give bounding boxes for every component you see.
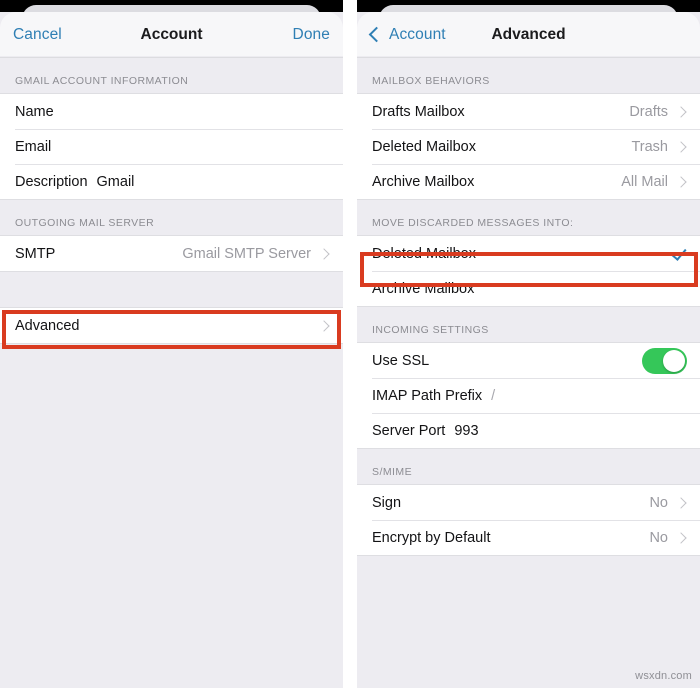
dual-screenshot-container: Cancel Account Done GMAIL ACCOUNT INFORM… — [0, 0, 700, 688]
row-email[interactable]: Email — [0, 129, 343, 164]
row-drafts-mailbox[interactable]: Drafts Mailbox Drafts — [357, 94, 700, 129]
left-settings-list[interactable]: GMAIL ACCOUNT INFORMATION Name Email Des… — [0, 58, 343, 688]
section-header-incoming-settings: INCOMING SETTINGS — [357, 307, 700, 342]
row-imap-path-prefix-label: IMAP Path Prefix — [372, 387, 483, 404]
section-header-outgoing-mail-server: OUTGOING MAIL SERVER — [0, 200, 343, 235]
row-imap-path-prefix[interactable]: IMAP Path Prefix / — [357, 378, 700, 413]
row-use-ssl[interactable]: Use SSL — [357, 343, 700, 378]
row-imap-path-prefix-value[interactable]: / — [491, 388, 495, 404]
chevron-right-icon — [675, 175, 687, 188]
section-group-outgoing-mail-server: SMTP Gmail SMTP Server — [0, 235, 343, 272]
section-header-advanced-spacer — [0, 272, 343, 307]
right-navigation-bar: Account Advanced — [357, 12, 700, 58]
option-deleted-mailbox-label: Deleted Mailbox — [372, 245, 476, 262]
left-phone-screen: Cancel Account Done GMAIL ACCOUNT INFORM… — [0, 0, 343, 688]
row-email-label: Email — [15, 138, 52, 155]
row-sign-value: No — [649, 494, 668, 511]
row-advanced-label: Advanced — [15, 317, 80, 334]
row-server-port[interactable]: Server Port 993 — [357, 413, 700, 448]
option-archive-mailbox-label: Archive Mailbox — [372, 280, 475, 297]
chevron-right-icon — [318, 319, 330, 332]
row-smtp-value: Gmail SMTP Server — [182, 245, 311, 262]
cancel-button[interactable]: Cancel — [13, 26, 62, 44]
row-encrypt-by-default-label: Encrypt by Default — [372, 529, 491, 546]
chevron-right-icon — [675, 105, 687, 118]
right-phone-screen: Account Advanced MAILBOX BEHAVIORS Draft… — [357, 0, 700, 688]
right-settings-list[interactable]: MAILBOX BEHAVIORS Drafts Mailbox Drafts … — [357, 58, 700, 688]
section-group-gmail-account-information: Name Email Description Gmail — [0, 93, 343, 200]
chevron-right-icon — [675, 531, 687, 544]
use-ssl-toggle[interactable] — [642, 347, 687, 374]
section-header-mailbox-behaviors: MAILBOX BEHAVIORS — [357, 58, 700, 93]
cancel-button-label: Cancel — [13, 25, 62, 43]
row-archive-mailbox[interactable]: Archive Mailbox All Mail — [357, 164, 700, 199]
left-list-bottom-spacer — [0, 344, 343, 688]
section-group-advanced: Advanced — [0, 307, 343, 344]
row-archive-mailbox-label: Archive Mailbox — [372, 173, 475, 190]
section-header-gmail-account-information: GMAIL ACCOUNT INFORMATION — [0, 58, 343, 93]
section-group-mailbox-behaviors: Drafts Mailbox Drafts Deleted Mailbox Tr… — [357, 93, 700, 200]
row-deleted-mailbox-value: Trash — [631, 138, 668, 155]
option-deleted-mailbox[interactable]: Deleted Mailbox — [357, 236, 700, 271]
row-encrypt-by-default[interactable]: Encrypt by Default No — [357, 520, 700, 555]
row-smtp[interactable]: SMTP Gmail SMTP Server — [0, 236, 343, 271]
option-archive-mailbox[interactable]: Archive Mailbox — [357, 271, 700, 306]
back-button-label: Account — [389, 25, 446, 43]
section-header-smime: S/MIME — [357, 449, 700, 484]
row-description[interactable]: Description Gmail — [0, 164, 343, 199]
row-drafts-mailbox-value: Drafts — [629, 103, 668, 120]
row-advanced[interactable]: Advanced — [0, 308, 343, 343]
row-server-port-label: Server Port — [372, 422, 446, 439]
section-group-smime: Sign No Encrypt by Default No — [357, 484, 700, 556]
row-encrypt-by-default-value: No — [649, 529, 668, 546]
row-name[interactable]: Name — [0, 94, 343, 129]
row-smtp-label: SMTP — [15, 245, 56, 262]
row-drafts-mailbox-label: Drafts Mailbox — [372, 103, 465, 120]
row-archive-mailbox-value: All Mail — [621, 173, 668, 190]
row-use-ssl-label: Use SSL — [372, 352, 430, 369]
row-description-label: Description — [15, 173, 88, 190]
checkmark-icon — [671, 246, 687, 262]
row-deleted-mailbox[interactable]: Deleted Mailbox Trash — [357, 129, 700, 164]
row-deleted-mailbox-label: Deleted Mailbox — [372, 138, 476, 155]
toggle-knob — [663, 349, 685, 372]
section-group-move-discarded-messages: Deleted Mailbox Archive Mailbox — [357, 235, 700, 307]
back-button-account[interactable]: Account — [368, 25, 446, 44]
row-sign[interactable]: Sign No — [357, 485, 700, 520]
chevron-left-icon — [368, 26, 385, 43]
done-button-label: Done — [292, 25, 330, 43]
right-list-bottom-spacer — [357, 556, 700, 688]
section-group-incoming-settings: Use SSL IMAP Path Prefix / Server Port 9… — [357, 342, 700, 449]
row-description-value[interactable]: Gmail — [97, 174, 135, 190]
row-name-label: Name — [15, 103, 54, 120]
section-header-move-discarded-messages: MOVE DISCARDED MESSAGES INTO: — [357, 200, 700, 235]
watermark: wsxdn.com — [635, 670, 692, 682]
chevron-right-icon — [318, 247, 330, 260]
row-server-port-value[interactable]: 993 — [454, 423, 478, 439]
left-navigation-bar: Cancel Account Done — [0, 12, 343, 58]
chevron-right-icon — [675, 496, 687, 509]
done-button[interactable]: Done — [293, 26, 330, 44]
row-sign-label: Sign — [372, 494, 402, 511]
chevron-right-icon — [675, 140, 687, 153]
